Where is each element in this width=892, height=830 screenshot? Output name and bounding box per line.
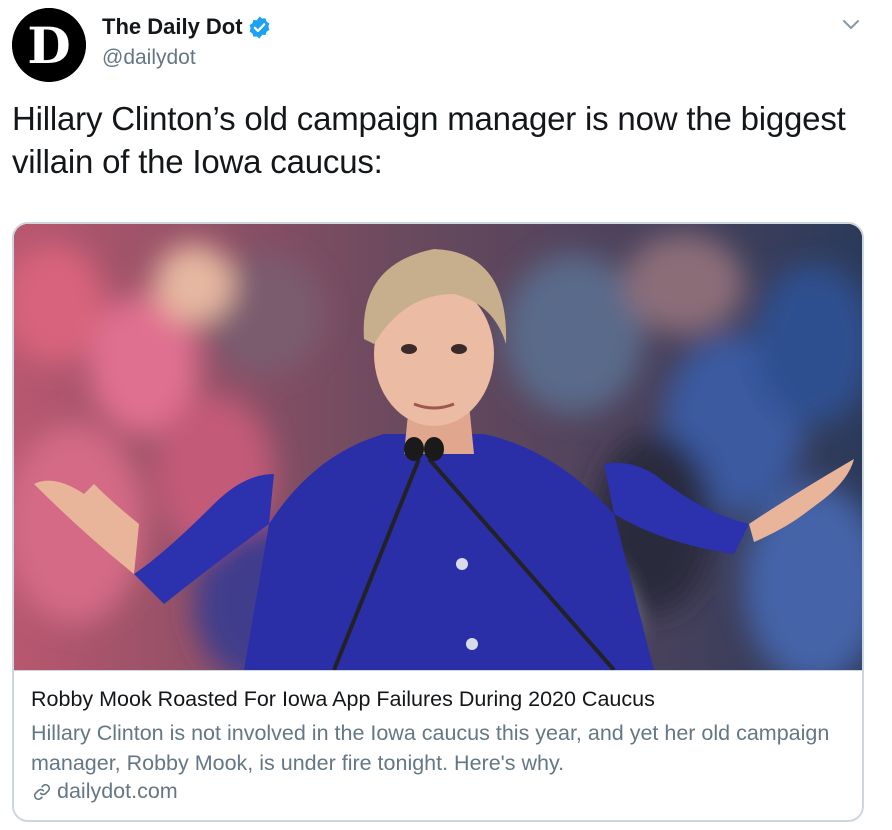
author-name-row[interactable]: The Daily Dot xyxy=(102,14,272,40)
chevron-down-icon[interactable] xyxy=(838,14,864,36)
card-title[interactable]: Robby Mook Roasted For Iowa App Failures… xyxy=(31,687,655,712)
avatar-letter: D xyxy=(27,16,70,75)
photo-woman-at-podium xyxy=(14,224,862,670)
daily-dot-logo: D xyxy=(12,8,86,82)
link-icon xyxy=(33,783,51,800)
card-description: Hillary Clinton is not involved in the I… xyxy=(31,721,830,775)
author-display-name[interactable]: The Daily Dot xyxy=(102,14,243,40)
link-preview-card[interactable]: Robby Mook Roasted For Iowa App Failures… xyxy=(12,222,864,822)
card-domain[interactable]: dailydot.com xyxy=(31,779,178,804)
avatar[interactable]: D xyxy=(12,8,86,82)
card-body[interactable]: Robby Mook Roasted For Iowa App Failures… xyxy=(14,670,862,820)
author-handle[interactable]: @dailydot xyxy=(102,46,196,70)
tweet-text: Hillary Clinton’s old campaign manager i… xyxy=(12,100,846,180)
card-image[interactable] xyxy=(14,224,862,670)
verified-badge-icon xyxy=(249,16,269,38)
card-domain-text[interactable]: dailydot.com xyxy=(57,779,178,804)
